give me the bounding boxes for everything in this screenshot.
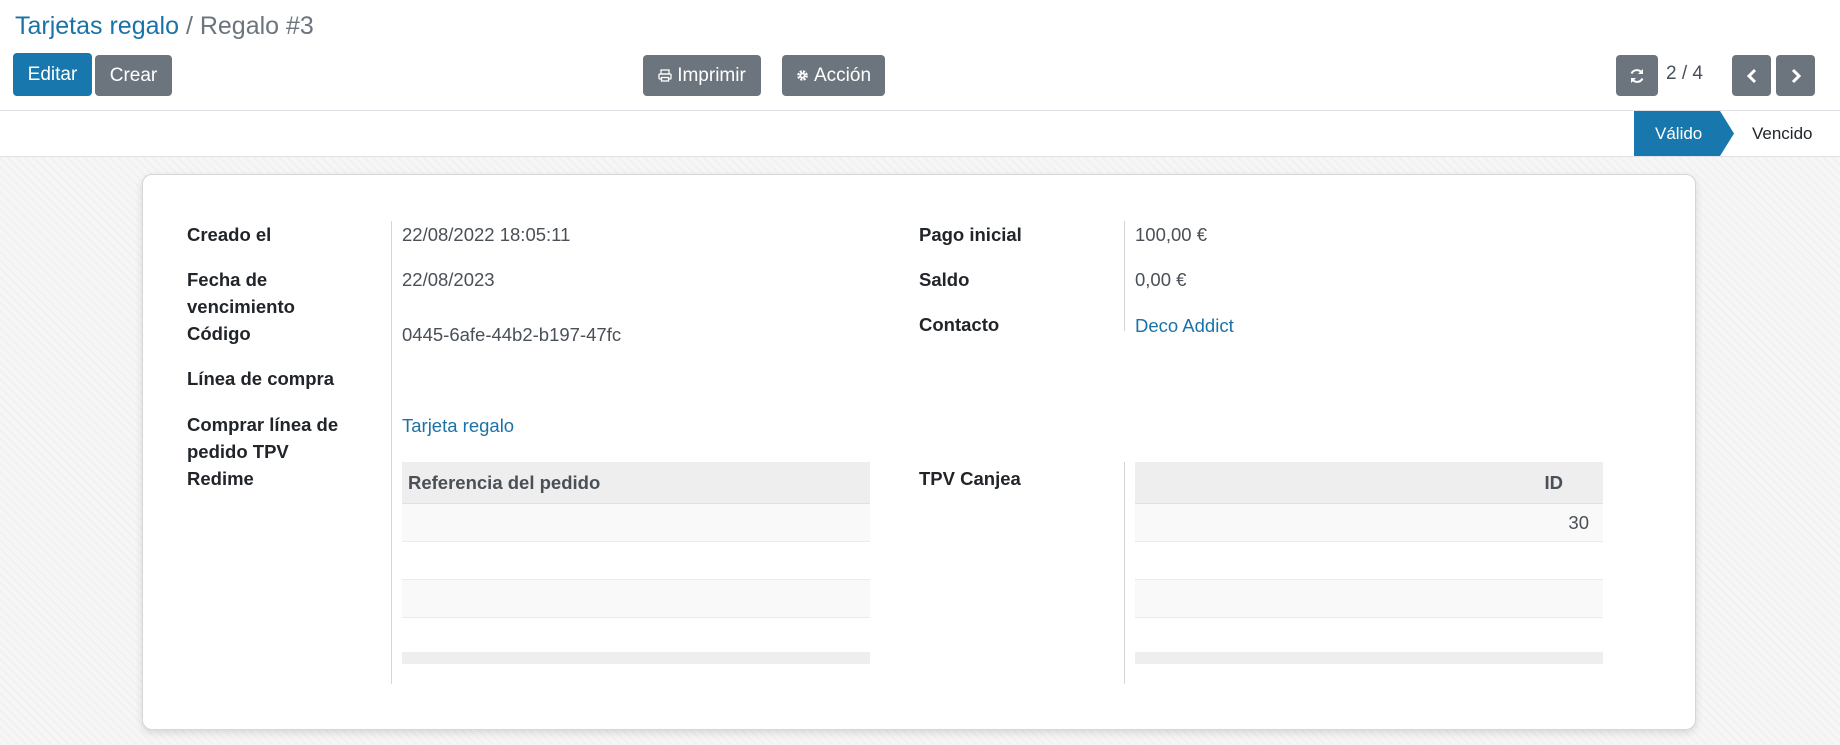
pos-redeem-id-cell: 30: [1568, 511, 1589, 533]
pos-line-label-line2: pedido TPV: [187, 441, 289, 462]
expiry-label-line2: vencimiento: [187, 296, 295, 317]
create-button-label: Crear: [109, 64, 158, 86]
breadcrumb-parent-link[interactable]: Tarjetas regalo: [15, 12, 179, 40]
balance-value: 0,00 €: [1135, 269, 1187, 290]
print-button-label: Imprimir: [677, 64, 746, 86]
print-button[interactable]: Imprimir: [643, 55, 761, 96]
left-group-divider: [391, 221, 392, 684]
redeem-table-footer: [402, 652, 870, 664]
chevron-left-icon: [1746, 67, 1758, 85]
initial-payment-value: 100,00 €: [1135, 224, 1208, 245]
pager-next-button[interactable]: [1776, 55, 1815, 96]
pos-redeem-table-footer: [1135, 652, 1603, 664]
table-row: [1135, 618, 1603, 656]
table-row: [402, 580, 870, 618]
edit-button[interactable]: Editar: [13, 53, 92, 96]
right-group-divider-top: [1124, 221, 1125, 331]
pos-redeem-label: TPV Canjea: [919, 468, 1021, 489]
table-row: [1135, 580, 1603, 618]
created-on-label: Creado el: [187, 224, 272, 245]
printer-icon: [658, 69, 672, 82]
breadcrumb: Tarjetas regalo / Regalo #3: [15, 8, 314, 44]
stage-expired[interactable]: Vencido: [1752, 111, 1813, 156]
pager-value[interactable]: 2 / 4: [1666, 63, 1703, 85]
right-group-divider-bottom: [1124, 462, 1125, 684]
table-row: [402, 618, 870, 656]
created-on-value: 22/08/2022 18:05:11: [402, 224, 571, 245]
reload-button[interactable]: [1616, 55, 1658, 96]
expiry-date-field[interactable]: 22/08/2023: [402, 266, 495, 293]
stage-valid[interactable]: Válido: [1634, 111, 1734, 156]
action-button-label: Acción: [813, 64, 872, 86]
pos-redeem-table-header[interactable]: ID: [1135, 462, 1603, 504]
expiry-label-line1: Fecha de: [187, 269, 268, 290]
table-row: [1135, 542, 1603, 580]
purchase-line-label: Línea de compra: [187, 368, 335, 389]
create-button[interactable]: Crear: [95, 55, 172, 96]
stage-valid-label: Válido: [1655, 123, 1703, 143]
form-sheet: Creado el 22/08/2022 18:05:11 Fecha de v…: [142, 174, 1696, 730]
redeem-table-header[interactable]: Referencia del pedido: [402, 462, 870, 504]
pager-previous-button[interactable]: [1732, 55, 1771, 96]
control-panel: Tarjetas regalo / Regalo #3 Editar Crear…: [0, 0, 1840, 111]
table-row[interactable]: 30: [1135, 504, 1603, 542]
table-row: [402, 504, 870, 542]
id-column-header[interactable]: ID: [1545, 472, 1564, 494]
contact-link[interactable]: Deco Addict: [1135, 312, 1234, 339]
edit-button-label: Editar: [27, 63, 78, 85]
breadcrumb-current: Regalo #3: [199, 12, 314, 40]
action-button[interactable]: Acción: [782, 55, 885, 96]
pos-line-link[interactable]: Tarjeta regalo: [402, 412, 514, 439]
refresh-icon: [1628, 67, 1646, 85]
stage-expired-label: Vencido: [1752, 123, 1813, 143]
breadcrumb-separator: /: [185, 12, 193, 40]
balance-label: Saldo: [919, 269, 970, 290]
order-reference-column-header[interactable]: Referencia del pedido: [408, 472, 600, 494]
table-row: [402, 542, 870, 580]
contact-label: Contacto: [919, 314, 1000, 335]
pos-line-label-line1: Comprar línea de: [187, 414, 339, 435]
code-label: Código: [187, 323, 251, 344]
gear-icon: [796, 69, 809, 82]
initial-payment-label: Pago inicial: [919, 224, 1022, 245]
statusbar: Válido Vencido: [0, 111, 1840, 157]
chevron-right-icon: [1790, 67, 1802, 85]
code-value: 0445-6afe-44b2-b197-47fc: [402, 324, 622, 345]
redeem-label: Redime: [187, 468, 254, 489]
